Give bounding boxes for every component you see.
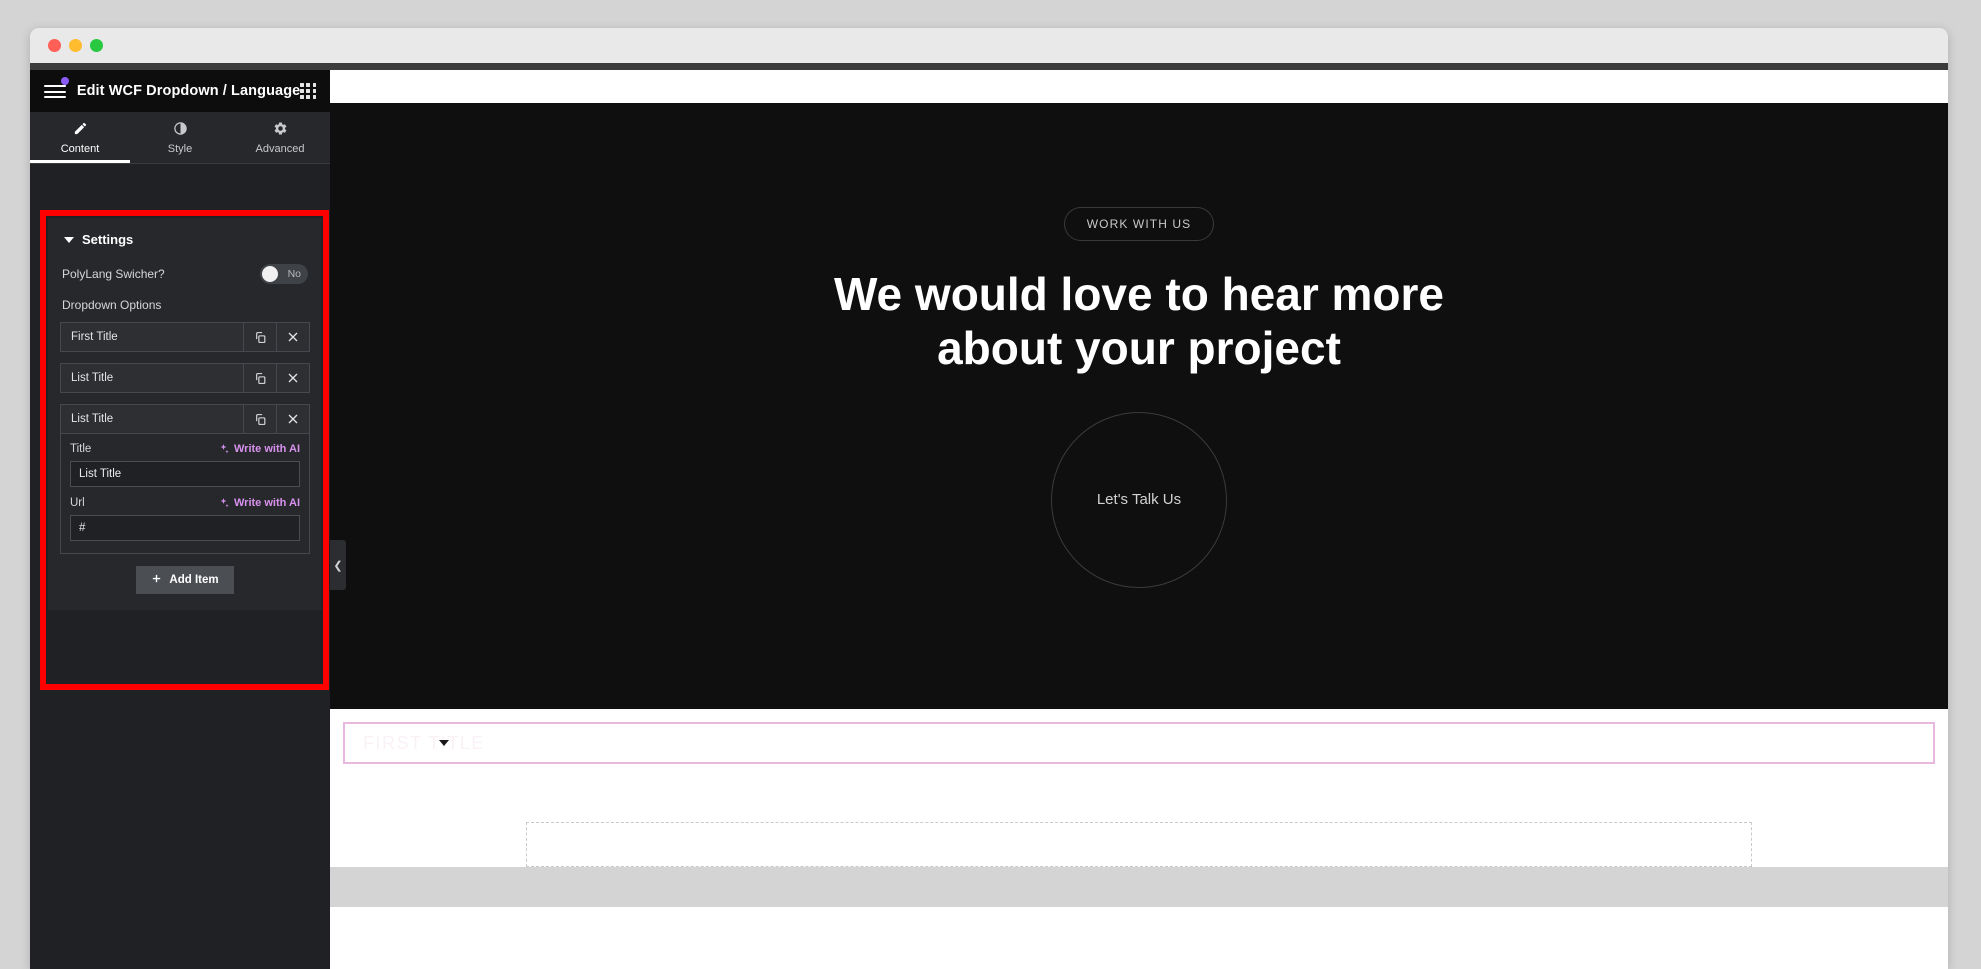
hero-heading-line-2: about your project	[937, 322, 1341, 375]
settings-section-header[interactable]: Settings	[60, 228, 310, 261]
grid-cell	[312, 95, 316, 99]
add-item-label: Add Item	[169, 574, 219, 586]
minimize-window-button[interactable]	[69, 39, 82, 52]
polylang-switcher-label: PolyLang Swicher?	[62, 267, 165, 281]
dropdown-selected-label: FIRST TITLE	[363, 732, 485, 753]
tab-style-label: Style	[167, 142, 193, 155]
list-item[interactable]: First Title	[60, 322, 310, 352]
write-with-ai-url-link[interactable]: Write with AI	[218, 497, 300, 509]
copy-icon[interactable]	[243, 405, 276, 433]
title-field-label: Title	[70, 443, 92, 455]
tab-content[interactable]: Content	[30, 112, 130, 163]
dashed-drop-area[interactable]	[526, 822, 1752, 867]
editor-side-panel: Edit WCF Dropdown / Language Content Sty…	[30, 70, 330, 969]
url-field-labels: Url Write with AI	[70, 497, 300, 515]
window-titlebar	[30, 28, 1948, 63]
write-with-ai-title-link[interactable]: Write with AI	[218, 443, 300, 455]
plus-icon	[151, 573, 162, 587]
dropdown-widget-section: FIRST TITLE	[330, 709, 1948, 764]
grid-cell	[306, 95, 310, 99]
item-editor-panel: Title Write with AI Url Write with AI	[60, 434, 310, 554]
work-with-us-badge[interactable]: WORK WITH US	[1063, 207, 1215, 241]
lets-talk-circle-button[interactable]: Let's Talk Us	[1051, 411, 1227, 588]
grid-cell	[306, 83, 310, 87]
grid-cell	[312, 83, 316, 87]
hamburger-bar	[44, 90, 66, 93]
toggle-value: No	[287, 268, 301, 280]
list-item-title: First Title	[71, 331, 118, 343]
copy-icon[interactable]	[243, 364, 276, 392]
chevron-down-icon	[438, 740, 449, 746]
lets-talk-label: Let's Talk Us	[1096, 491, 1182, 509]
pencil-icon	[73, 121, 88, 137]
chevron-left-icon: ❮	[333, 559, 343, 572]
page-canvas: WORK WITH US We would love to hear more …	[330, 70, 1948, 969]
write-with-ai-label: Write with AI	[234, 443, 300, 455]
browser-window: Edit WCF Dropdown / Language Content Sty…	[30, 28, 1948, 969]
tab-content-label: Content	[60, 142, 100, 155]
dropdown-widget[interactable]: FIRST TITLE	[343, 722, 1935, 764]
add-item-button[interactable]: Add Item	[136, 566, 234, 594]
settings-title: Settings	[82, 232, 134, 247]
polylang-switcher-toggle[interactable]: No	[260, 264, 308, 284]
hamburger-menu-icon[interactable]	[44, 77, 69, 101]
grid-cell	[306, 89, 310, 93]
gear-icon	[273, 121, 288, 137]
contrast-circle-icon	[173, 121, 188, 137]
tab-advanced-label: Advanced	[255, 142, 305, 155]
hamburger-bar	[44, 96, 66, 99]
url-input[interactable]	[70, 515, 300, 541]
list-item-title: List Title	[71, 372, 114, 384]
tab-advanced[interactable]: Advanced	[230, 112, 330, 163]
close-window-button[interactable]	[48, 39, 61, 52]
notification-dot	[61, 77, 69, 85]
panel-header: Edit WCF Dropdown / Language	[30, 70, 330, 112]
polylang-switcher-row: PolyLang Swicher? No	[60, 261, 310, 296]
grid-cell	[300, 83, 304, 87]
close-x-icon[interactable]	[276, 405, 309, 433]
hero-heading-line-1: We would love to hear more	[833, 268, 1445, 320]
write-with-ai-label: Write with AI	[234, 497, 300, 509]
page-title: Edit WCF Dropdown / Language	[76, 83, 301, 99]
canvas-top-strip	[330, 70, 1948, 103]
panel-collapse-handle[interactable]: ❮	[330, 540, 346, 590]
title-field-labels: Title Write with AI	[70, 443, 300, 461]
dropdown-options-label: Dropdown Options	[62, 298, 162, 312]
sparkle-icon	[220, 498, 229, 508]
grid-cell	[300, 89, 304, 93]
list-item[interactable]: List Title	[60, 363, 310, 393]
list-item-title: List Title	[71, 413, 114, 425]
hero-section: WORK WITH US We would love to hear more …	[330, 103, 1948, 709]
hero-heading: We would love to hear more about your pr…	[834, 267, 1444, 376]
titlebar-divider	[30, 63, 1948, 70]
caret-down-icon	[64, 236, 74, 243]
close-x-icon[interactable]	[276, 323, 309, 351]
sparkle-icon	[220, 444, 229, 454]
apps-grid-icon[interactable]	[300, 83, 316, 99]
close-x-icon[interactable]	[276, 364, 309, 392]
url-field-label: Url	[70, 497, 85, 509]
toggle-knob	[262, 266, 278, 282]
hamburger-bar	[44, 85, 66, 88]
placeholder-area	[330, 764, 1948, 867]
maximize-window-button[interactable]	[90, 39, 103, 52]
traffic-lights	[48, 39, 103, 52]
tab-style[interactable]: Style	[130, 112, 230, 163]
list-item-active[interactable]: List Title	[60, 404, 310, 434]
title-input[interactable]	[70, 461, 300, 487]
canvas-bottom-fill	[330, 867, 1948, 907]
editor-body: Edit WCF Dropdown / Language Content Sty…	[30, 70, 1948, 969]
copy-icon[interactable]	[243, 323, 276, 351]
settings-section: Settings PolyLang Swicher? No Dropdown O…	[48, 218, 322, 610]
panel-tabs: Content Style Advanced	[30, 112, 330, 164]
grid-cell	[300, 95, 304, 99]
grid-cell	[312, 89, 316, 93]
